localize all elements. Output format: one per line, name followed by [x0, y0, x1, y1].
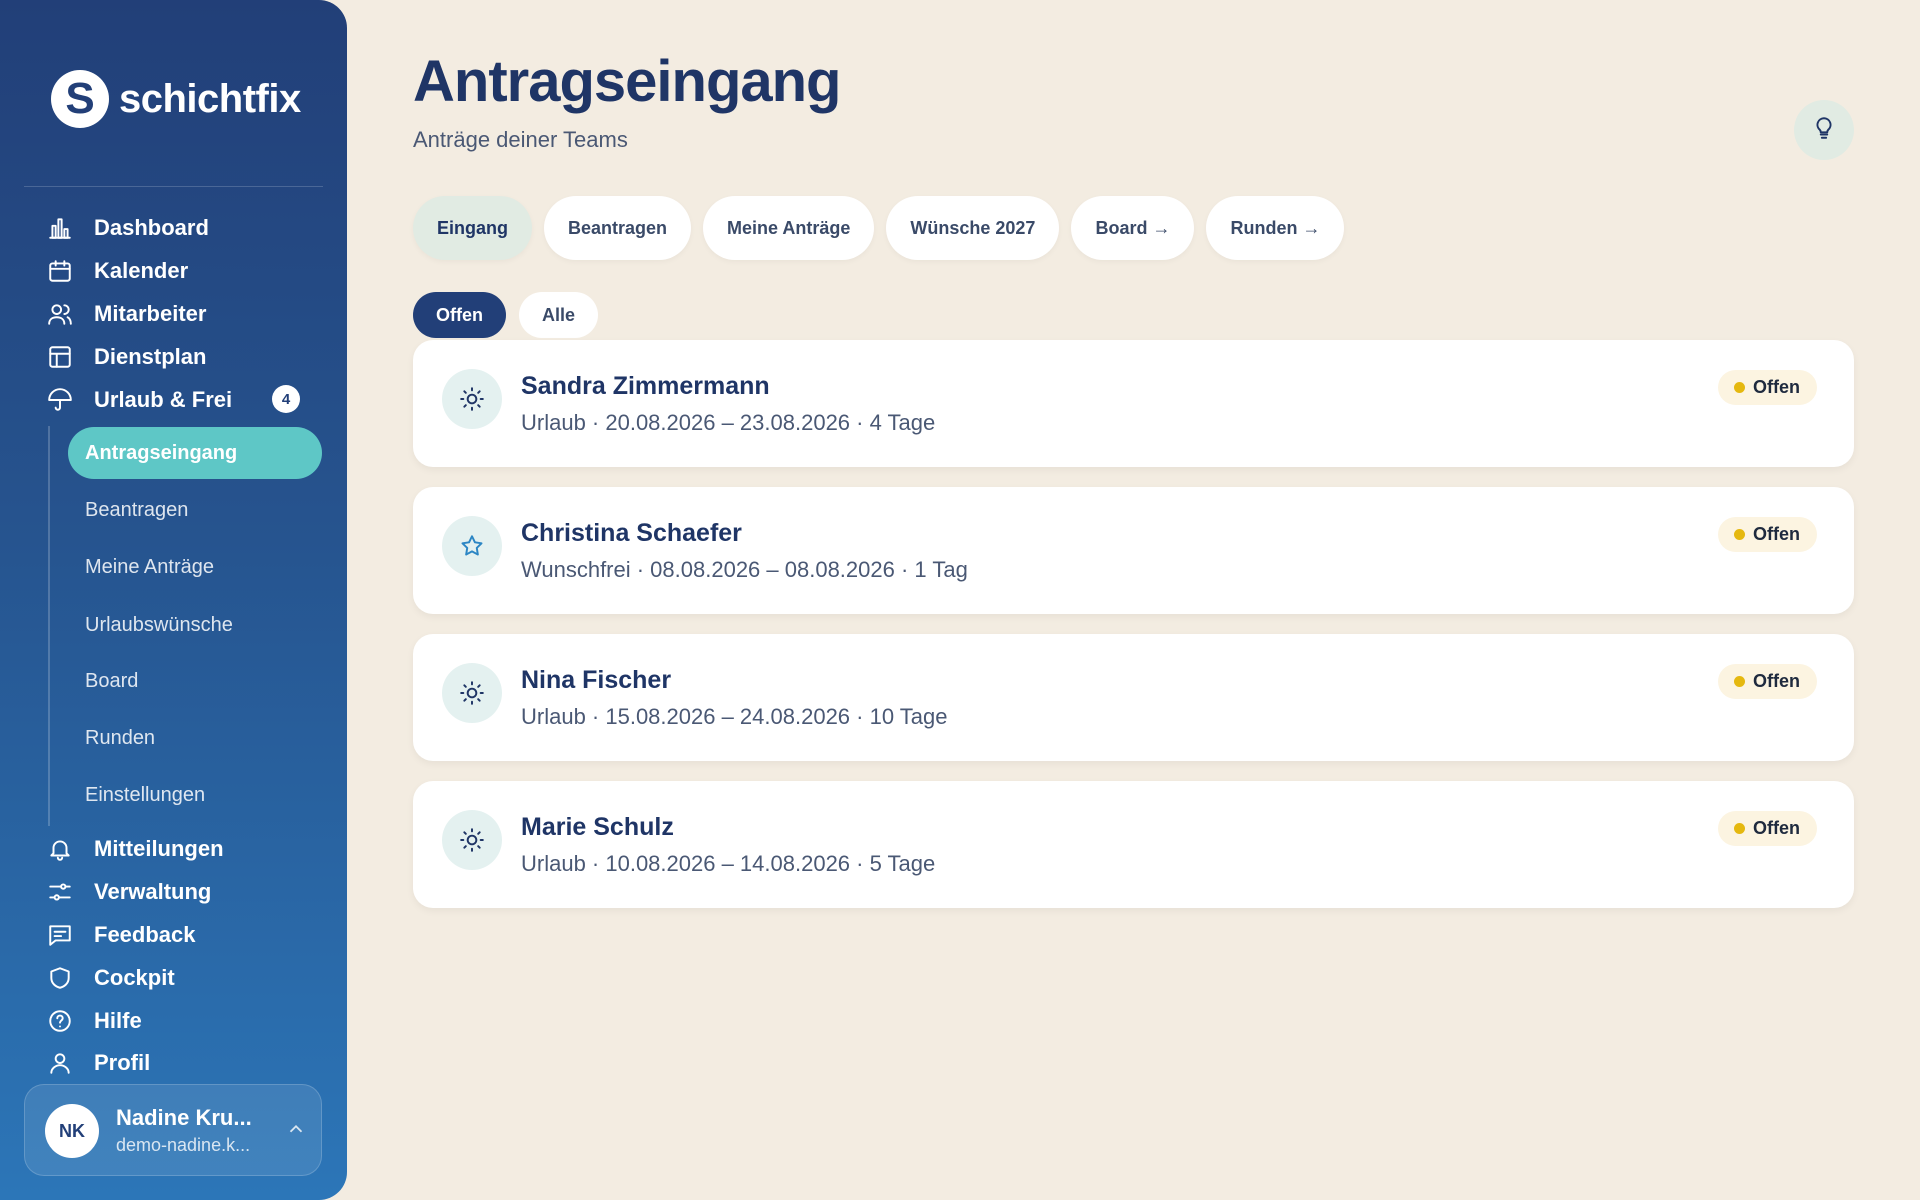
- request-details: Urlaub · 10.08.2026 – 14.08.2026 · 5 Tag…: [521, 851, 936, 876]
- page-subtitle: Anträge deiner Teams: [413, 127, 628, 152]
- request-details: Urlaub · 20.08.2026 – 23.08.2026 · 4 Tag…: [521, 410, 936, 435]
- page-title: Antragseingang: [413, 49, 841, 114]
- sidebar-item-label: Profil: [94, 1050, 151, 1075]
- sidebar-item-cockpit[interactable]: Cockpit: [46, 960, 175, 996]
- brand-name: schichtfix: [119, 76, 301, 121]
- request-details: Wunschfrei · 08.08.2026 – 08.08.2026 · 1…: [521, 557, 968, 582]
- sidebar-item-label: Dashboard: [94, 215, 209, 240]
- request-employee-name: Marie Schulz: [521, 813, 674, 841]
- tab-beantragen[interactable]: Beantragen: [544, 196, 692, 260]
- shield-icon: [46, 964, 74, 992]
- logo-mark-icon: S: [51, 70, 109, 128]
- sidebar-item-label: Kalender: [94, 258, 189, 283]
- sun-icon: [442, 369, 502, 429]
- urlaub-count-badge: 4: [272, 385, 300, 413]
- request-employee-name: Sandra Zimmermann: [521, 372, 770, 400]
- sidebar-item-dienstplan[interactable]: Dienstplan: [46, 339, 206, 375]
- bell-icon: [46, 835, 74, 863]
- sidebar-divider: [24, 186, 323, 187]
- tab-bar: Eingang Beantragen Meine Anträge Wünsche…: [413, 196, 1345, 260]
- sidebar-item-mitarbeiter[interactable]: Mitarbeiter: [46, 296, 206, 332]
- status-dot-icon: [1734, 676, 1745, 687]
- status-badge: Offen: [1718, 811, 1817, 846]
- request-card[interactable]: Marie Schulz Urlaub · 10.08.2026 – 14.08…: [413, 781, 1854, 908]
- chevron-up-icon: [285, 1118, 307, 1140]
- status-badge: Offen: [1718, 370, 1817, 405]
- sidebar: S schichtfix Dashboard Kalender Mitarbei…: [0, 0, 347, 1200]
- brand-logo[interactable]: S schichtfix: [51, 70, 301, 128]
- status-label: Offen: [1753, 671, 1800, 691]
- request-card[interactable]: Sandra Zimmermann Urlaub · 20.08.2026 – …: [413, 340, 1854, 467]
- request-employee-name: Christina Schaefer: [521, 519, 742, 547]
- request-card[interactable]: Nina Fischer Urlaub · 15.08.2026 – 24.08…: [413, 634, 1854, 761]
- avatar: NK: [45, 1104, 99, 1158]
- tab-board[interactable]: Board →: [1071, 196, 1195, 260]
- user-icon: [46, 1049, 74, 1077]
- status-dot-icon: [1734, 529, 1745, 540]
- status-dot-icon: [1734, 823, 1745, 834]
- user-name: Nadine Kru...: [116, 1105, 252, 1130]
- tab-runden[interactable]: Runden →: [1206, 196, 1345, 260]
- sidebar-item-urlaub-frei[interactable]: Urlaub & Frei: [46, 382, 232, 418]
- message-icon: [46, 921, 74, 949]
- submenu-line: [48, 426, 50, 826]
- status-dot-icon: [1734, 382, 1745, 393]
- sidebar-subitem-beantragen[interactable]: Beantragen: [85, 492, 188, 528]
- help-circle-icon: [46, 1007, 74, 1035]
- request-card[interactable]: Christina Schaefer Wunschfrei · 08.08.20…: [413, 487, 1854, 614]
- sidebar-item-verwaltung[interactable]: Verwaltung: [46, 874, 211, 910]
- sidebar-subitem-board[interactable]: Board: [85, 663, 138, 699]
- sidebar-item-feedback[interactable]: Feedback: [46, 917, 196, 953]
- sidebar-item-label: Mitteilungen: [94, 836, 224, 861]
- sidebar-subitem-meine-antraege[interactable]: Meine Anträge: [85, 549, 214, 585]
- sun-icon: [442, 810, 502, 870]
- status-filter: Offen Alle: [413, 292, 599, 338]
- status-label: Offen: [1753, 818, 1800, 838]
- status-label: Offen: [1753, 377, 1800, 397]
- request-list: Sandra Zimmermann Urlaub · 20.08.2026 – …: [413, 340, 1854, 928]
- umbrella-icon: [46, 386, 74, 414]
- request-details: Urlaub · 15.08.2026 – 24.08.2026 · 10 Ta…: [521, 704, 948, 729]
- lightbulb-icon: [1811, 115, 1837, 146]
- tab-eingang[interactable]: Eingang: [413, 196, 532, 260]
- sun-icon: [442, 663, 502, 723]
- sidebar-item-dashboard[interactable]: Dashboard: [46, 210, 209, 246]
- sidebar-item-label: Feedback: [94, 922, 196, 947]
- tab-wuensche-2027[interactable]: Wünsche 2027: [886, 196, 1060, 260]
- sidebar-item-hilfe[interactable]: Hilfe: [46, 1003, 142, 1039]
- status-badge: Offen: [1718, 517, 1817, 552]
- sidebar-item-label: Mitarbeiter: [94, 301, 207, 326]
- sidebar-item-label: Dienstplan: [94, 344, 207, 369]
- sidebar-item-label: Cockpit: [94, 965, 175, 990]
- request-employee-name: Nina Fischer: [521, 666, 672, 694]
- sliders-icon: [46, 878, 74, 906]
- filter-offen[interactable]: Offen: [413, 292, 506, 338]
- sidebar-item-mitteilungen[interactable]: Mitteilungen: [46, 831, 224, 867]
- sidebar-subitem-einstellungen[interactable]: Einstellungen: [85, 777, 205, 813]
- tips-button[interactable]: [1794, 100, 1854, 160]
- sidebar-item-kalender[interactable]: Kalender: [46, 253, 188, 289]
- calendar-icon: [46, 257, 74, 285]
- sidebar-item-profil[interactable]: Profil: [46, 1045, 150, 1081]
- status-label: Offen: [1753, 524, 1800, 544]
- sidebar-subitem-antragseingang[interactable]: Antragseingang: [68, 427, 322, 479]
- bar-chart-icon: [46, 214, 74, 242]
- sidebar-item-label: Hilfe: [94, 1008, 142, 1033]
- tab-meine-antraege[interactable]: Meine Anträge: [703, 196, 875, 260]
- filter-alle[interactable]: Alle: [519, 292, 599, 338]
- sidebar-subitem-runden[interactable]: Runden: [85, 720, 155, 756]
- sidebar-item-label: Urlaub & Frei: [94, 387, 233, 412]
- star-icon: [442, 516, 502, 576]
- status-badge: Offen: [1718, 664, 1817, 699]
- user-email: demo-nadine.k...: [116, 1135, 251, 1155]
- layout-icon: [46, 343, 74, 371]
- users-icon: [46, 300, 74, 328]
- user-menu[interactable]: NK Nadine Kru... demo-nadine.k...: [24, 1084, 322, 1176]
- sidebar-subitem-urlaubswuensche[interactable]: Urlaubswünsche: [85, 607, 233, 643]
- sidebar-item-label: Verwaltung: [94, 879, 212, 904]
